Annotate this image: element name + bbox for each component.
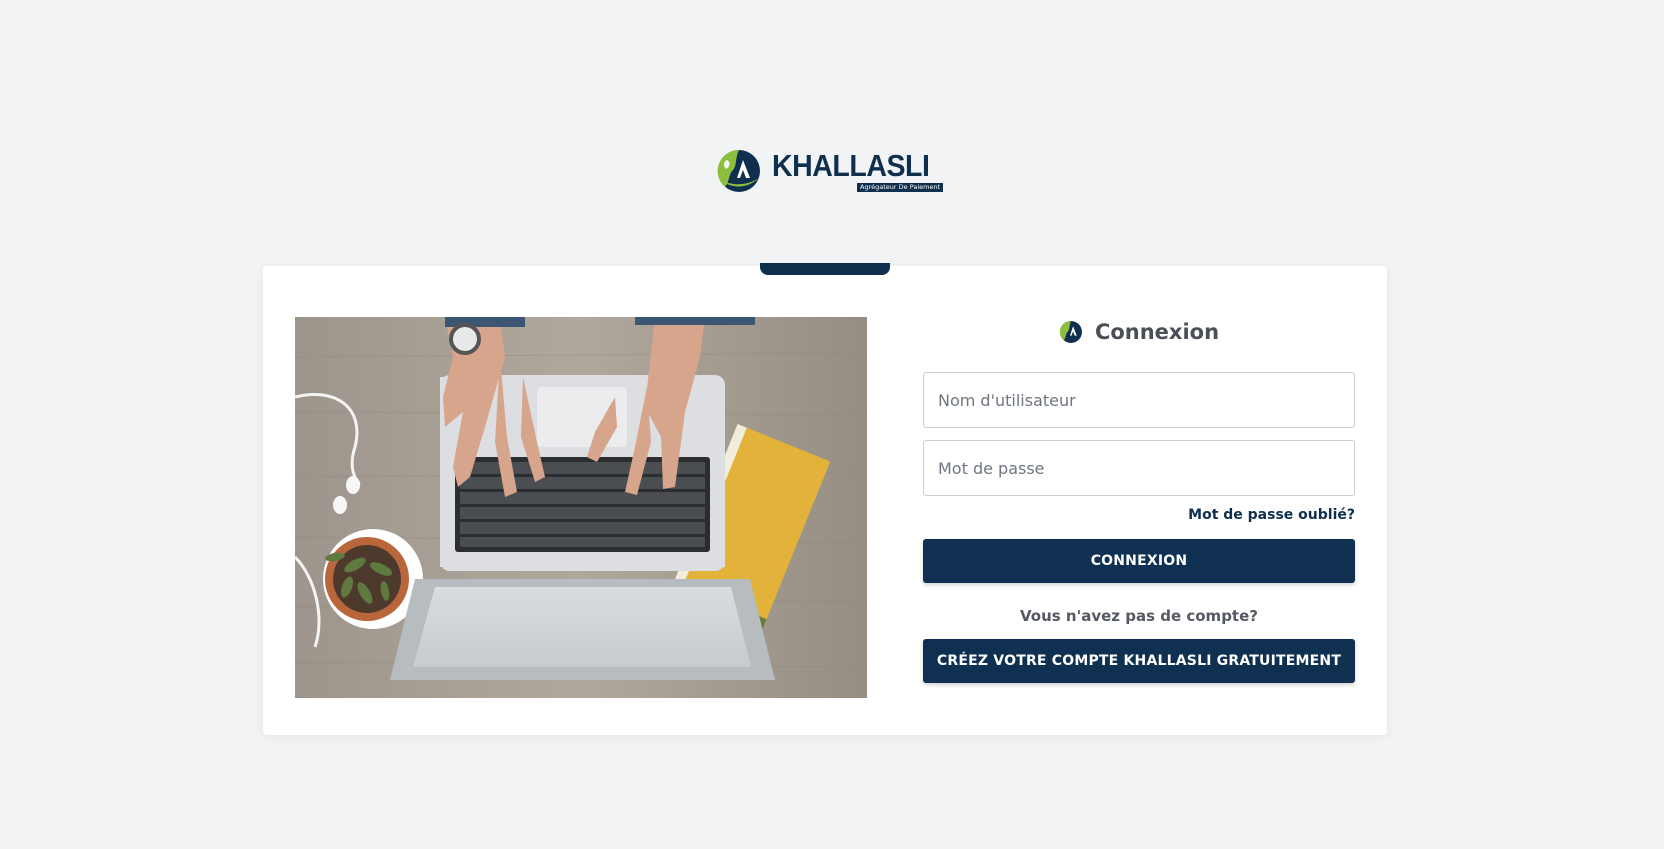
brand-name: KHALLASLI xyxy=(772,148,930,183)
create-account-button[interactable]: CRÉEZ VOTRE COMPTE KHALLASLI GRATUITEMEN… xyxy=(923,639,1355,683)
no-account-text: Vous n'avez pas de compte? xyxy=(1020,607,1258,625)
laptop-workspace-photo xyxy=(295,317,867,698)
login-page: KHALLASLI Agrégateur De Paiement Connexi… xyxy=(0,0,1664,849)
brand-tagline: Agrégateur De Paiement xyxy=(857,183,944,192)
card-top-tab xyxy=(760,263,890,275)
login-title: Connexion xyxy=(923,316,1355,348)
forgot-password-link[interactable]: Mot de passe oublié? xyxy=(1188,507,1355,523)
globe-logo-icon xyxy=(1059,321,1082,343)
password-input[interactable] xyxy=(923,440,1355,496)
brand-logo: KHALLASLI Agrégateur De Paiement xyxy=(716,145,944,197)
brand-wordmark: KHALLASLI Agrégateur De Paiement xyxy=(772,148,944,192)
globe-logo-icon xyxy=(717,149,760,192)
login-button[interactable]: CONNEXION xyxy=(923,539,1355,583)
login-title-text: Connexion xyxy=(1094,320,1220,344)
username-input[interactable] xyxy=(923,372,1355,428)
